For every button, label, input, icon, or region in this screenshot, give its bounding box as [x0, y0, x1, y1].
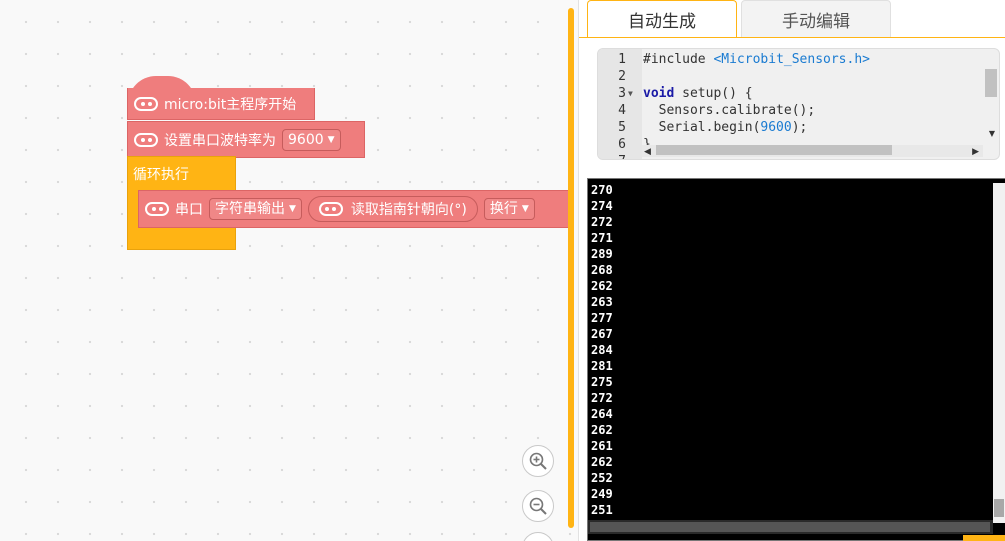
code-line: 3 ▼ void setup() { — [618, 85, 753, 102]
zoom-out-icon — [529, 497, 547, 515]
console-line: 263 — [591, 295, 613, 309]
reset-zoom-button[interactable] — [522, 532, 554, 541]
console-line: 249 — [591, 487, 613, 501]
console-line: 275 — [591, 375, 613, 389]
newline-value: 换行 — [489, 201, 518, 217]
code-line: 1 #include <Microbit_Sensors.h> — [618, 52, 870, 67]
editor-horizontal-thumb[interactable] — [656, 145, 892, 155]
loop-label: 循环执行 — [133, 167, 189, 183]
console-line: 271 — [591, 231, 613, 245]
compass-heading-reporter[interactable]: 读取指南针朝向(°) — [307, 196, 478, 222]
console-line: 274 — [591, 199, 613, 213]
zoom-in-button[interactable] — [522, 445, 554, 477]
microbit-icon — [134, 132, 158, 147]
console-horizontal-thumb[interactable] — [590, 522, 990, 532]
console-line: 261 — [591, 439, 613, 453]
tab-underline — [579, 37, 1005, 38]
serial-mode-dropdown[interactable]: 字符串输出 ▼ — [209, 198, 302, 220]
scroll-right-arrow-icon[interactable]: ▶ — [972, 147, 979, 157]
console-vertical-scrollbar[interactable] — [993, 183, 1005, 523]
console-line: 277 — [591, 311, 613, 325]
microbit-icon — [145, 202, 169, 216]
console-line: 252 — [591, 471, 613, 485]
scroll-down-arrow-icon[interactable]: ▼ — [989, 129, 995, 138]
console-scroll-thumb[interactable] — [994, 499, 1004, 517]
code-editor[interactable]: 1 #include <Microbit_Sensors.h> 2 3 ▼ vo… — [597, 48, 1000, 160]
code-line: 4 Sensors.calibrate(); — [618, 103, 816, 118]
code-panel: 自动生成 手动编辑 1 #include <Microbit_Sensors.h… — [578, 0, 1005, 541]
console-line: 264 — [591, 407, 613, 421]
main-program-start-block[interactable]: micro:bit主程序开始 — [127, 88, 315, 120]
console-line: 272 — [591, 391, 613, 405]
console-line: 284 — [591, 343, 613, 357]
start-block-label: micro:bit主程序开始 — [164, 96, 297, 113]
dropdown-caret-icon: ▼ — [289, 204, 296, 214]
newline-dropdown[interactable]: 换行 ▼ — [483, 198, 535, 220]
dropdown-caret-icon: ▼ — [327, 134, 335, 145]
baud-rate-dropdown[interactable]: 9600 ▼ — [282, 128, 341, 151]
console-line: 262 — [591, 423, 613, 437]
console-line: 251 — [591, 503, 613, 517]
tab-auto-generate[interactable]: 自动生成 — [587, 0, 737, 38]
microbit-icon — [134, 96, 158, 111]
console-line: 262 — [591, 279, 613, 293]
microbit-icon — [318, 202, 343, 216]
console-line: 270 — [591, 183, 613, 197]
baud-rate-value: 9600 — [288, 131, 324, 148]
serial-print-block[interactable]: 串口 字符串输出 ▼ 读取指南针朝向(°) 换行 ▼ — [138, 190, 571, 228]
tab-auto-generate-label: 自动生成 — [628, 11, 696, 32]
block-workspace[interactable]: micro:bit主程序开始 设置串口波特率为 9600 ▼ 循环执行 串口 字… — [0, 0, 578, 541]
code-line: 2 — [618, 69, 626, 84]
compass-reporter-label: 读取指南针朝向(°) — [350, 202, 467, 218]
zoom-in-icon — [529, 452, 547, 470]
dropdown-caret-icon: ▼ — [521, 204, 529, 214]
serial-mode-value: 字符串输出 — [215, 201, 285, 217]
console-line: 262 — [591, 455, 613, 469]
serial-label: 串口 — [175, 202, 203, 218]
panel-corner-accent — [963, 535, 1005, 541]
console-line: 268 — [591, 263, 613, 277]
console-lines: 270 274 272 271 289 268 262 263 277 267 284 281 275 2… — [588, 179, 1005, 518]
code-line: 5 Serial.begin(9600); — [618, 120, 808, 135]
set-baud-rate-block[interactable]: 设置串口波特率为 9600 ▼ — [127, 121, 365, 158]
tab-manual-edit[interactable]: 手动编辑 — [741, 0, 891, 38]
console-line: 281 — [591, 359, 613, 373]
workspace-scrollbar[interactable] — [568, 8, 574, 528]
console-line: 289 — [591, 247, 613, 261]
tab-manual-edit-label: 手动编辑 — [782, 11, 850, 32]
scroll-left-arrow-icon[interactable]: ◀ — [644, 147, 651, 157]
serial-monitor-output[interactable]: 270 274 272 271 289 268 262 263 277 267 284 281 275 2… — [587, 178, 1005, 541]
console-line: 272 — [591, 215, 613, 229]
fold-arrow-icon[interactable]: ▼ — [628, 85, 633, 102]
zoom-out-button[interactable] — [522, 490, 554, 522]
baud-label: 设置串口波特率为 — [164, 132, 276, 149]
console-line: 267 — [591, 327, 613, 341]
editor-vertical-scrollbar[interactable] — [985, 69, 997, 97]
